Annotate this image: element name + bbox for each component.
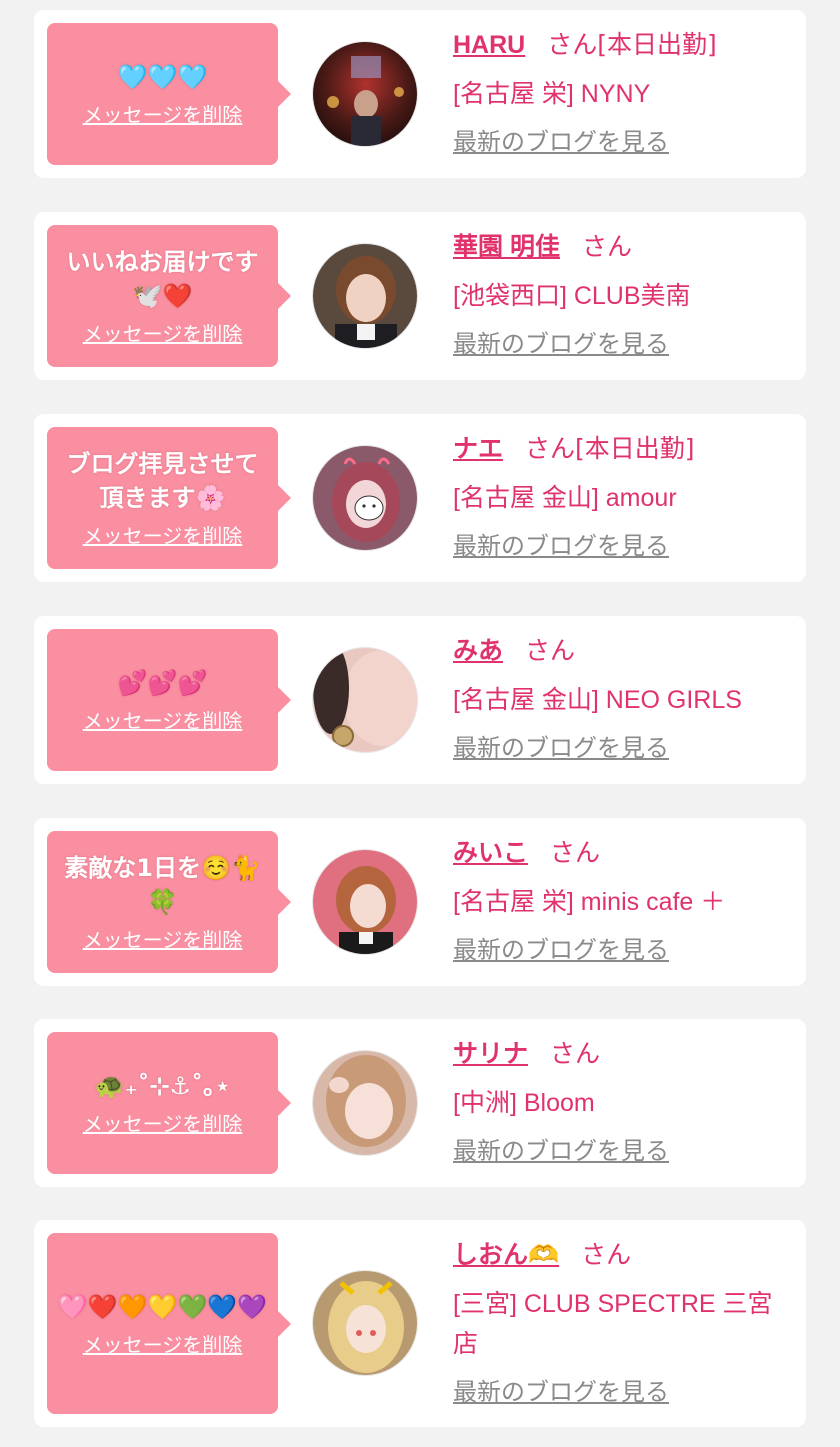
attendance-status: [本日出勤] — [597, 30, 717, 59]
latest-blog-link[interactable]: 最新のブログを見る — [453, 732, 669, 764]
honorific: さん — [581, 232, 632, 261]
list-item: 🩵🩵🩵 メッセージを削除 HARU さん[本日出勤] [名古屋 栄] NYNY 最… — [34, 10, 806, 178]
name-row: ナエ さん[本日出勤] — [453, 432, 793, 466]
name-row: しおん🫶 さん — [453, 1238, 793, 1272]
honorific: さん — [581, 1240, 632, 1269]
delete-message-link[interactable]: メッセージを削除 — [83, 1111, 243, 1137]
message-bubble: 🩵🩵🩵 メッセージを削除 — [47, 23, 291, 165]
avatar[interactable] — [312, 243, 418, 349]
honorific: さん — [547, 30, 598, 59]
message-text: 💕💕💕 — [117, 669, 208, 697]
avatar-photo-icon — [313, 1271, 417, 1375]
message-text: 🩵🩵🩵 — [117, 63, 208, 91]
cast-info: しおん🫶 さん [三宮] CLUB SPECTRE 三宮店 最新のブログを見る — [453, 1238, 793, 1408]
delete-message-link[interactable]: メッセージを削除 — [83, 102, 243, 128]
cast-info: みいこ さん [名古屋 栄] minis cafe ＋ 最新のブログを見る — [453, 836, 793, 966]
shop-name: [名古屋 金山] amour — [453, 484, 677, 512]
cast-name-link[interactable]: みいこ — [453, 839, 528, 867]
list-item: 素敵な1日を☺️🐈🍀 メッセージを削除 みいこ さん [名古屋 栄] minis … — [34, 818, 806, 986]
cast-info: 華園 明佳 さん [池袋西口] CLUB美南 最新のブログを見る — [453, 230, 793, 360]
name-row: HARU さん[本日出勤] — [453, 28, 793, 62]
avatar[interactable] — [312, 849, 418, 955]
list-item: 🐢₊˚⊹⚓︎˚｡⋆ メッセージを削除 サリナ さん [中洲] Bloom 最新のブ… — [34, 1019, 806, 1187]
list-item: ブログ拝見させて頂きます🌸 メッセージを削除 ナエ さん[本日出勤] [名古屋 金… — [34, 414, 806, 582]
avatar-photo-icon — [313, 244, 417, 348]
attendance-status: [本日出勤] — [575, 434, 695, 463]
cast-name-link[interactable]: みあ — [453, 637, 503, 665]
message-bubble: 💕💕💕 メッセージを削除 — [47, 629, 291, 771]
name-row: サリナ さん — [453, 1037, 793, 1071]
honorific: さん — [550, 1039, 601, 1068]
shop-name: [中洲] Bloom — [453, 1089, 595, 1117]
name-row: 華園 明佳 さん — [453, 230, 793, 264]
avatar-photo-icon — [313, 42, 417, 146]
delete-message-link[interactable]: メッセージを削除 — [83, 1332, 243, 1358]
cast-info: みあ さん [名古屋 金山] NEO GIRLS 最新のブログを見る — [453, 634, 793, 764]
shop-name: [池袋西口] CLUB美南 — [453, 282, 691, 310]
honorific: さん — [525, 434, 576, 463]
delete-message-link[interactable]: メッセージを削除 — [83, 523, 243, 549]
shop-name: [三宮] CLUB SPECTRE 三宮店 — [453, 1290, 773, 1358]
delete-message-link[interactable]: メッセージを削除 — [83, 708, 243, 734]
message-bubble: 🐢₊˚⊹⚓︎˚｡⋆ メッセージを削除 — [47, 1032, 291, 1174]
message-text: 🐢₊˚⊹⚓︎˚｡⋆ — [94, 1072, 231, 1100]
cast-name-link[interactable]: HARU — [453, 31, 525, 59]
name-row: みいこ さん — [453, 836, 793, 870]
shop-name: [名古屋 栄] NYNY — [453, 80, 651, 108]
shop-name: [名古屋 栄] minis cafe ＋ — [453, 888, 726, 916]
latest-blog-link[interactable]: 最新のブログを見る — [453, 530, 669, 562]
message-list: 🩵🩵🩵 メッセージを削除 HARU さん[本日出勤] [名古屋 栄] NYNY 最… — [0, 0, 840, 1447]
latest-blog-link[interactable]: 最新のブログを見る — [453, 1135, 669, 1167]
latest-blog-link[interactable]: 最新のブログを見る — [453, 934, 669, 966]
cast-info: ナエ さん[本日出勤] [名古屋 金山] amour 最新のブログを見る — [453, 432, 793, 562]
delete-message-link[interactable]: メッセージを削除 — [83, 321, 243, 347]
cast-name-link[interactable]: ナエ — [453, 435, 503, 463]
message-text: ブログ拝見させて頂きます🌸 — [66, 450, 259, 512]
cast-name-link[interactable]: サリナ — [453, 1040, 528, 1068]
cast-name-link[interactable]: 華園 明佳 — [453, 233, 560, 261]
latest-blog-link[interactable]: 最新のブログを見る — [453, 328, 669, 360]
list-item: 🩷❤️🧡💛💚💙💜 メッセージを削除 しおん🫶 さん [三宮] CLUB SPECT… — [34, 1220, 806, 1427]
latest-blog-link[interactable]: 最新のブログを見る — [453, 126, 669, 158]
avatar-photo-icon — [313, 850, 417, 954]
avatar-photo-icon — [313, 446, 417, 550]
honorific: さん — [550, 838, 601, 867]
message-bubble: ブログ拝見させて頂きます🌸 メッセージを削除 — [47, 427, 291, 569]
avatar-photo-icon — [313, 648, 417, 752]
avatar[interactable] — [312, 1270, 418, 1376]
avatar[interactable] — [312, 445, 418, 551]
avatar[interactable] — [312, 647, 418, 753]
message-text: いいねお届けです🕊️❤️ — [66, 248, 259, 310]
latest-blog-link[interactable]: 最新のブログを見る — [453, 1376, 669, 1408]
shop-name: [名古屋 金山] NEO GIRLS — [453, 686, 742, 714]
avatar[interactable] — [312, 41, 418, 147]
message-bubble: いいねお届けです🕊️❤️ メッセージを削除 — [47, 225, 291, 367]
cast-info: HARU さん[本日出勤] [名古屋 栄] NYNY 最新のブログを見る — [453, 28, 793, 158]
cast-info: サリナ さん [中洲] Bloom 最新のブログを見る — [453, 1037, 793, 1167]
message-bubble: 素敵な1日を☺️🐈🍀 メッセージを削除 — [47, 831, 291, 973]
name-row: みあ さん — [453, 634, 793, 668]
message-bubble: 🩷❤️🧡💛💚💙💜 メッセージを削除 — [47, 1233, 291, 1414]
honorific: さん — [525, 636, 576, 665]
list-item: いいねお届けです🕊️❤️ メッセージを削除 華園 明佳 さん [池袋西口] CLU… — [34, 212, 806, 380]
avatar-photo-icon — [313, 1051, 417, 1155]
message-text: 🩷❤️🧡💛💚💙💜 — [57, 1292, 268, 1321]
delete-message-link[interactable]: メッセージを削除 — [83, 927, 243, 953]
list-item: 💕💕💕 メッセージを削除 みあ さん [名古屋 金山] NEO GIRLS 最新の… — [34, 616, 806, 784]
cast-name-link[interactable]: しおん🫶 — [453, 1241, 559, 1269]
message-text: 素敵な1日を☺️🐈🍀 — [64, 854, 261, 916]
avatar[interactable] — [312, 1050, 418, 1156]
